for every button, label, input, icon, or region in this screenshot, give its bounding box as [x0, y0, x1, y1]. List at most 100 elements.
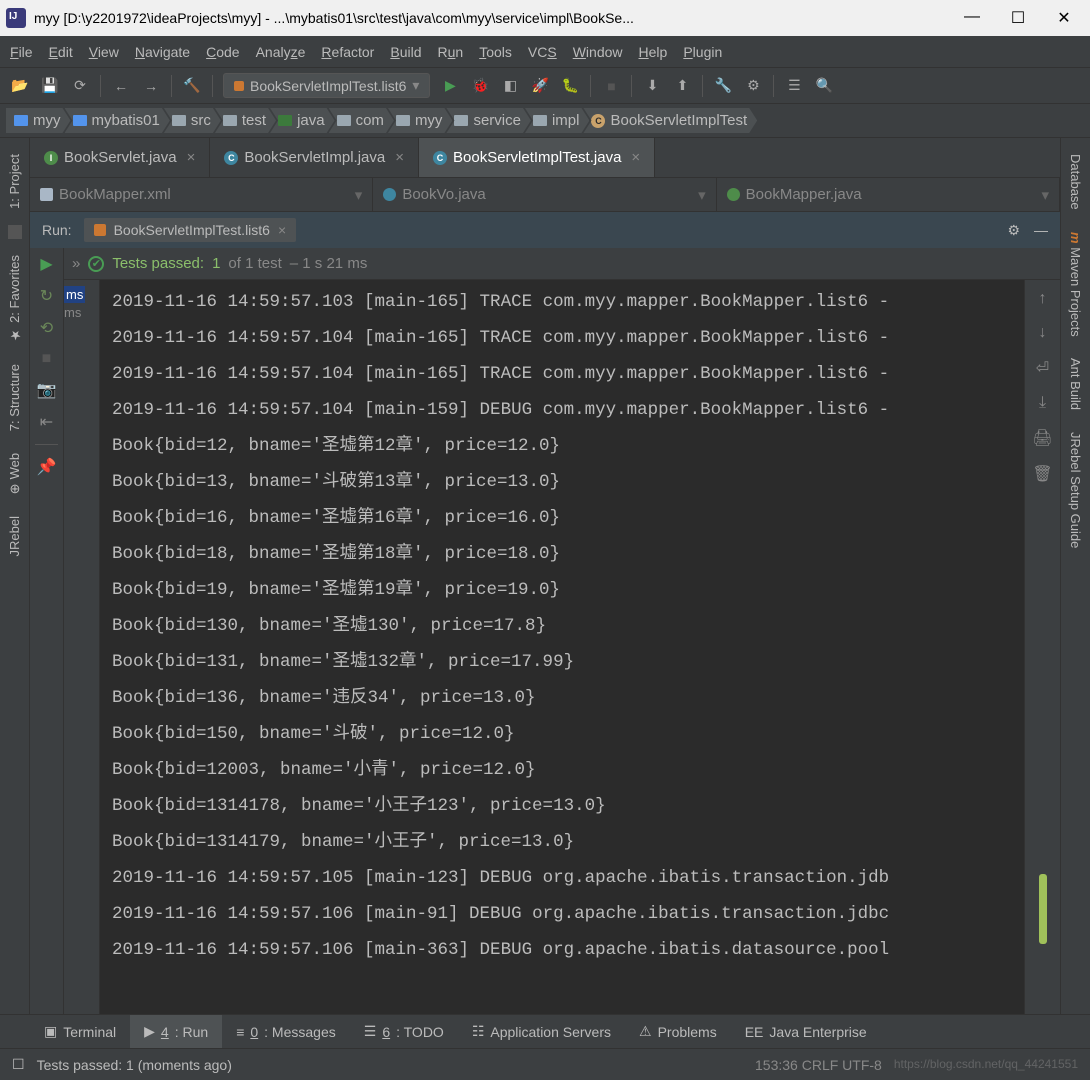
close-icon[interactable]: ×: [278, 222, 286, 238]
menu-build[interactable]: Build: [390, 44, 421, 60]
run-button[interactable]: ▶: [440, 76, 460, 96]
tab-structure[interactable]: 7: Structure: [5, 358, 24, 437]
crumb-impl[interactable]: impl: [525, 108, 590, 133]
btab-terminal[interactable]: ▣Terminal: [30, 1015, 130, 1048]
menu-analyze[interactable]: Analyze: [256, 44, 306, 60]
btab-messages[interactable]: ≡0: Messages: [222, 1015, 350, 1048]
menu-refactor[interactable]: Refactor: [321, 44, 374, 60]
menu-view[interactable]: View: [89, 44, 119, 60]
menu-file[interactable]: File: [10, 44, 33, 60]
close-icon[interactable]: ×: [187, 149, 196, 166]
right-tool-gutter: Database m Maven Projects Ant Build JReb…: [1060, 138, 1090, 1014]
run-label: Run:: [42, 222, 72, 238]
tab-bookmapperxml[interactable]: BookMapper.xml▾: [30, 178, 373, 211]
build-icon[interactable]: 🔨: [182, 76, 202, 96]
vcs-update-icon[interactable]: ⬇: [642, 76, 662, 96]
minimize-button[interactable]: —: [962, 8, 982, 28]
vcs-commit-icon[interactable]: ⬆: [672, 76, 692, 96]
menu-code[interactable]: Code: [206, 44, 239, 60]
forward-icon[interactable]: →: [141, 76, 161, 96]
jrebel-debug-icon[interactable]: 🐛: [560, 76, 580, 96]
open-icon[interactable]: 📂: [10, 76, 30, 96]
down-icon[interactable]: ↓: [1039, 324, 1047, 342]
debug-button[interactable]: 🐞: [470, 76, 490, 96]
btab-todo[interactable]: ☰6: TODO: [350, 1015, 458, 1048]
stop-icon[interactable]: ■: [601, 76, 621, 96]
menu-plugin[interactable]: Plugin: [683, 44, 722, 60]
menu-run[interactable]: Run: [438, 44, 464, 60]
crumb-java[interactable]: java: [270, 108, 335, 133]
menu-vcs[interactable]: VCS: [528, 44, 557, 60]
settings-icon[interactable]: ⚙: [743, 76, 763, 96]
tab-bookvo[interactable]: BookVo.java▾: [373, 178, 716, 211]
crumb-class[interactable]: CBookServletImplTest: [583, 108, 757, 133]
back-icon[interactable]: ←: [111, 76, 131, 96]
btab-javaee[interactable]: EEJava Enterprise: [731, 1015, 881, 1048]
app-logo-icon: [6, 8, 26, 28]
print-icon[interactable]: 🖨: [1032, 428, 1052, 448]
crumb-mybatis01[interactable]: mybatis01: [65, 108, 170, 133]
btab-appservers[interactable]: ☷Application Servers: [458, 1015, 625, 1048]
wrench-icon[interactable]: 🔧: [713, 76, 733, 96]
exit-icon[interactable]: ⇤: [40, 412, 53, 432]
toggle-autotest-icon[interactable]: ⟲: [40, 318, 53, 338]
structure-icon[interactable]: ☰: [784, 76, 804, 96]
tests-passed-label: Tests passed:: [112, 255, 204, 272]
tab-maven[interactable]: m Maven Projects: [1066, 226, 1085, 343]
tab-ant[interactable]: Ant Build: [1066, 352, 1085, 416]
dump-icon[interactable]: 📷: [37, 380, 57, 400]
list-icon: ≡: [236, 1024, 244, 1040]
crumb-myy[interactable]: myy: [6, 108, 71, 133]
console-output[interactable]: 2019-11-16 14:59:57.103 [main-165] TRACE…: [100, 280, 1024, 1014]
run-tab[interactable]: BookServletImplTest.list6 ×: [84, 218, 297, 242]
run-config-selector[interactable]: BookServletImplTest.list6 ▾: [223, 73, 430, 98]
soft-wrap-icon[interactable]: ⏎: [1036, 358, 1049, 378]
btab-problems[interactable]: ⚠Problems: [625, 1015, 731, 1048]
tab-web[interactable]: ⊕ Web: [5, 447, 24, 500]
menu-navigate[interactable]: Navigate: [135, 44, 190, 60]
crumb-test[interactable]: test: [215, 108, 276, 133]
breadcrumbs: myy mybatis01 src test java com myy serv…: [0, 104, 1090, 138]
editor-tabs-row2: BookMapper.xml▾ BookVo.java▾ BookMapper.…: [30, 178, 1060, 212]
tab-bookservlet[interactable]: IBookServlet.java×: [30, 138, 210, 177]
maximize-button[interactable]: ☐: [1008, 8, 1028, 28]
crumb-service[interactable]: service: [446, 108, 531, 133]
pin-icon[interactable]: 📌: [37, 457, 57, 477]
tab-jrebel[interactable]: JRebel: [5, 510, 24, 562]
btab-run[interactable]: ▶4: Run: [130, 1015, 222, 1048]
gear-icon[interactable]: ⚙: [1007, 222, 1020, 239]
tab-favorites[interactable]: ★ 2: Favorites: [5, 249, 24, 348]
scrollbar-indicator[interactable]: [1039, 874, 1047, 944]
sync-icon[interactable]: ⟳: [70, 76, 90, 96]
tab-bookservletimpl[interactable]: CBookServletImpl.java×: [210, 138, 419, 177]
search-icon[interactable]: 🔍: [814, 76, 834, 96]
clear-icon[interactable]: 🗑: [1032, 464, 1052, 484]
crumb-src[interactable]: src: [164, 108, 221, 133]
close-icon[interactable]: ×: [631, 149, 640, 166]
close-button[interactable]: ✕: [1054, 8, 1074, 28]
crumb-com[interactable]: com: [329, 108, 394, 133]
tab-jrebel-guide[interactable]: JRebel Setup Guide: [1066, 426, 1085, 554]
menu-help[interactable]: Help: [639, 44, 668, 60]
tab-database[interactable]: Database: [1066, 148, 1085, 216]
menu-edit[interactable]: Edit: [49, 44, 73, 60]
menu-window[interactable]: Window: [573, 44, 623, 60]
crumb-myy2[interactable]: myy: [388, 108, 453, 133]
file-icon[interactable]: [8, 225, 22, 239]
rerun-button[interactable]: ▶: [40, 254, 52, 274]
rerun-failed-icon[interactable]: ↻: [40, 286, 53, 306]
tab-bookmapperjava[interactable]: BookMapper.java▾: [717, 178, 1060, 211]
chevron-right-icon[interactable]: »: [72, 255, 80, 272]
tab-project[interactable]: 1: Project: [5, 148, 24, 215]
save-icon[interactable]: 💾: [40, 76, 60, 96]
menu-bar: File Edit View Navigate Code Analyze Ref…: [0, 36, 1090, 68]
minimize-panel-icon[interactable]: —: [1034, 222, 1048, 239]
up-icon[interactable]: ↑: [1039, 290, 1047, 308]
scroll-to-end-icon[interactable]: ⤓: [1039, 394, 1046, 412]
jrebel-run-icon[interactable]: 🚀: [530, 76, 550, 96]
tab-bookservletimpltest[interactable]: CBookServletImplTest.java×: [419, 138, 655, 177]
menu-tools[interactable]: Tools: [479, 44, 512, 60]
stop-button[interactable]: ■: [42, 350, 52, 368]
coverage-icon[interactable]: ◧: [500, 76, 520, 96]
close-icon[interactable]: ×: [395, 149, 404, 166]
